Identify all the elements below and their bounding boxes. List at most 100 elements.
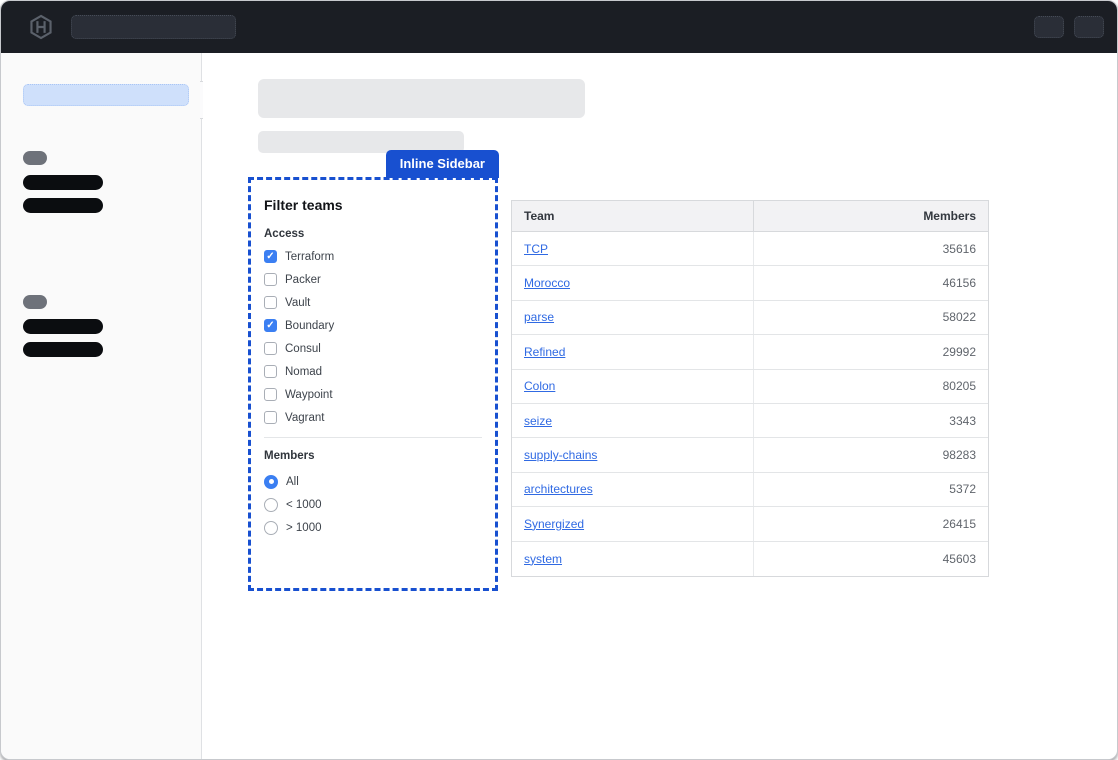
filter-panel: Filter teams Access ✓ Terraform ✓ Packer… (251, 180, 495, 539)
members-group-label: Members (264, 450, 482, 462)
checkbox-row[interactable]: ✓ Vault (264, 291, 482, 314)
radio-button[interactable] (264, 475, 278, 489)
checkbox-row[interactable]: ✓ Boundary (264, 314, 482, 337)
inline-sidebar-label: Inline Sidebar (386, 150, 499, 178)
table-row: Morocco 46156 (512, 266, 988, 300)
sidebar-item-skeleton (23, 342, 103, 357)
team-link[interactable]: parse (524, 310, 554, 324)
table-row: supply-chains 98283 (512, 438, 988, 472)
team-link[interactable]: Synergized (524, 517, 584, 531)
radio-row[interactable]: < 1000 (264, 493, 482, 516)
inline-sidebar-annotation-box: Inline Sidebar Filter teams Access ✓ Ter… (248, 177, 498, 591)
members-count: 29992 (754, 335, 988, 368)
checkbox-label: Vagrant (285, 412, 324, 424)
team-cell: architectures (512, 473, 754, 506)
column-header-team: Team (512, 201, 754, 231)
nav-action-placeholder-2 (1074, 16, 1104, 38)
main-content: Inline Sidebar Filter teams Access ✓ Ter… (203, 53, 1117, 759)
checkbox-row[interactable]: ✓ Packer (264, 268, 482, 291)
radio-button[interactable] (264, 498, 278, 512)
team-cell: parse (512, 301, 754, 334)
table-row: Colon 80205 (512, 370, 988, 404)
members-count: 3343 (754, 404, 988, 437)
table-row: Synergized 26415 (512, 507, 988, 541)
members-count: 98283 (754, 438, 988, 471)
column-header-members: Members (754, 201, 988, 231)
checkbox-row[interactable]: ✓ Consul (264, 337, 482, 360)
team-link[interactable]: Colon (524, 379, 555, 393)
check-icon: ✓ (266, 321, 274, 331)
table-row: TCP 35616 (512, 232, 988, 266)
radio-label: < 1000 (286, 499, 322, 511)
page-title-skeleton (258, 79, 585, 118)
checkbox[interactable]: ✓ (264, 273, 277, 286)
team-link[interactable]: system (524, 552, 562, 566)
checkbox-label: Vault (285, 297, 310, 309)
app-window: Inline Sidebar Filter teams Access ✓ Ter… (0, 0, 1118, 760)
sidebar-item-skeleton (23, 175, 103, 190)
team-cell: system (512, 542, 754, 576)
sidebar-item-skeleton (23, 198, 103, 213)
filter-title: Filter teams (264, 197, 482, 213)
team-link[interactable]: Refined (524, 345, 565, 359)
checkbox-row[interactable]: ✓ Vagrant (264, 406, 482, 429)
team-cell: Colon (512, 370, 754, 403)
radio-label: > 1000 (286, 522, 322, 534)
team-link[interactable]: supply-chains (524, 448, 597, 462)
filter-divider (264, 437, 482, 438)
hashicorp-logo-icon (28, 14, 54, 40)
sidebar-active-item-skeleton (23, 84, 189, 106)
table-row: Refined 29992 (512, 335, 988, 369)
members-count: 80205 (754, 370, 988, 403)
checkbox[interactable]: ✓ (264, 342, 277, 355)
access-group-label: Access (264, 228, 482, 240)
team-link[interactable]: seize (524, 414, 552, 428)
team-cell: Refined (512, 335, 754, 368)
team-cell: Synergized (512, 507, 754, 540)
team-cell: supply-chains (512, 438, 754, 471)
team-cell: Morocco (512, 266, 754, 299)
table-row: architectures 5372 (512, 473, 988, 507)
teams-table: Team Members TCP 35616 Morocco 46156 par… (511, 200, 989, 577)
members-count: 5372 (754, 473, 988, 506)
sidebar-section-label-skeleton (23, 151, 47, 165)
checkbox-row[interactable]: ✓ Waypoint (264, 383, 482, 406)
checkbox-label: Nomad (285, 366, 322, 378)
checkbox-label: Terraform (285, 251, 334, 263)
checkbox[interactable]: ✓ (264, 411, 277, 424)
team-cell: seize (512, 404, 754, 437)
checkbox-row[interactable]: ✓ Nomad (264, 360, 482, 383)
members-count: 46156 (754, 266, 988, 299)
table-header: Team Members (512, 201, 988, 232)
team-link[interactable]: architectures (524, 482, 593, 496)
members-count: 58022 (754, 301, 988, 334)
checkbox-label: Waypoint (285, 389, 333, 401)
table-row: parse 58022 (512, 301, 988, 335)
nav-search-placeholder (71, 15, 236, 39)
table-row: system 45603 (512, 542, 988, 576)
sidebar-item-skeleton (23, 319, 103, 334)
checkbox-label: Packer (285, 274, 321, 286)
members-count: 45603 (754, 542, 988, 576)
checkbox[interactable]: ✓ (264, 365, 277, 378)
table-row: seize 3343 (512, 404, 988, 438)
top-nav (1, 1, 1117, 53)
members-options-list: All < 1000 > 1000 (264, 470, 482, 539)
team-link[interactable]: TCP (524, 242, 548, 256)
checkbox[interactable]: ✓ (264, 319, 277, 332)
table-body: TCP 35616 Morocco 46156 parse 58022 Refi… (512, 232, 988, 576)
radio-row[interactable]: > 1000 (264, 516, 482, 539)
checkbox[interactable]: ✓ (264, 250, 277, 263)
check-icon: ✓ (266, 252, 274, 262)
access-options-list: ✓ Terraform ✓ Packer ✓ Vault ✓ Boundary … (264, 245, 482, 429)
checkbox-label: Boundary (285, 320, 334, 332)
checkbox-row[interactable]: ✓ Terraform (264, 245, 482, 268)
checkbox[interactable]: ✓ (264, 296, 277, 309)
radio-label: All (286, 476, 299, 488)
checkbox[interactable]: ✓ (264, 388, 277, 401)
radio-dot-icon (269, 479, 274, 484)
team-link[interactable]: Morocco (524, 276, 570, 290)
nav-action-placeholder-1 (1034, 16, 1064, 38)
radio-button[interactable] (264, 521, 278, 535)
radio-row[interactable]: All (264, 470, 482, 493)
